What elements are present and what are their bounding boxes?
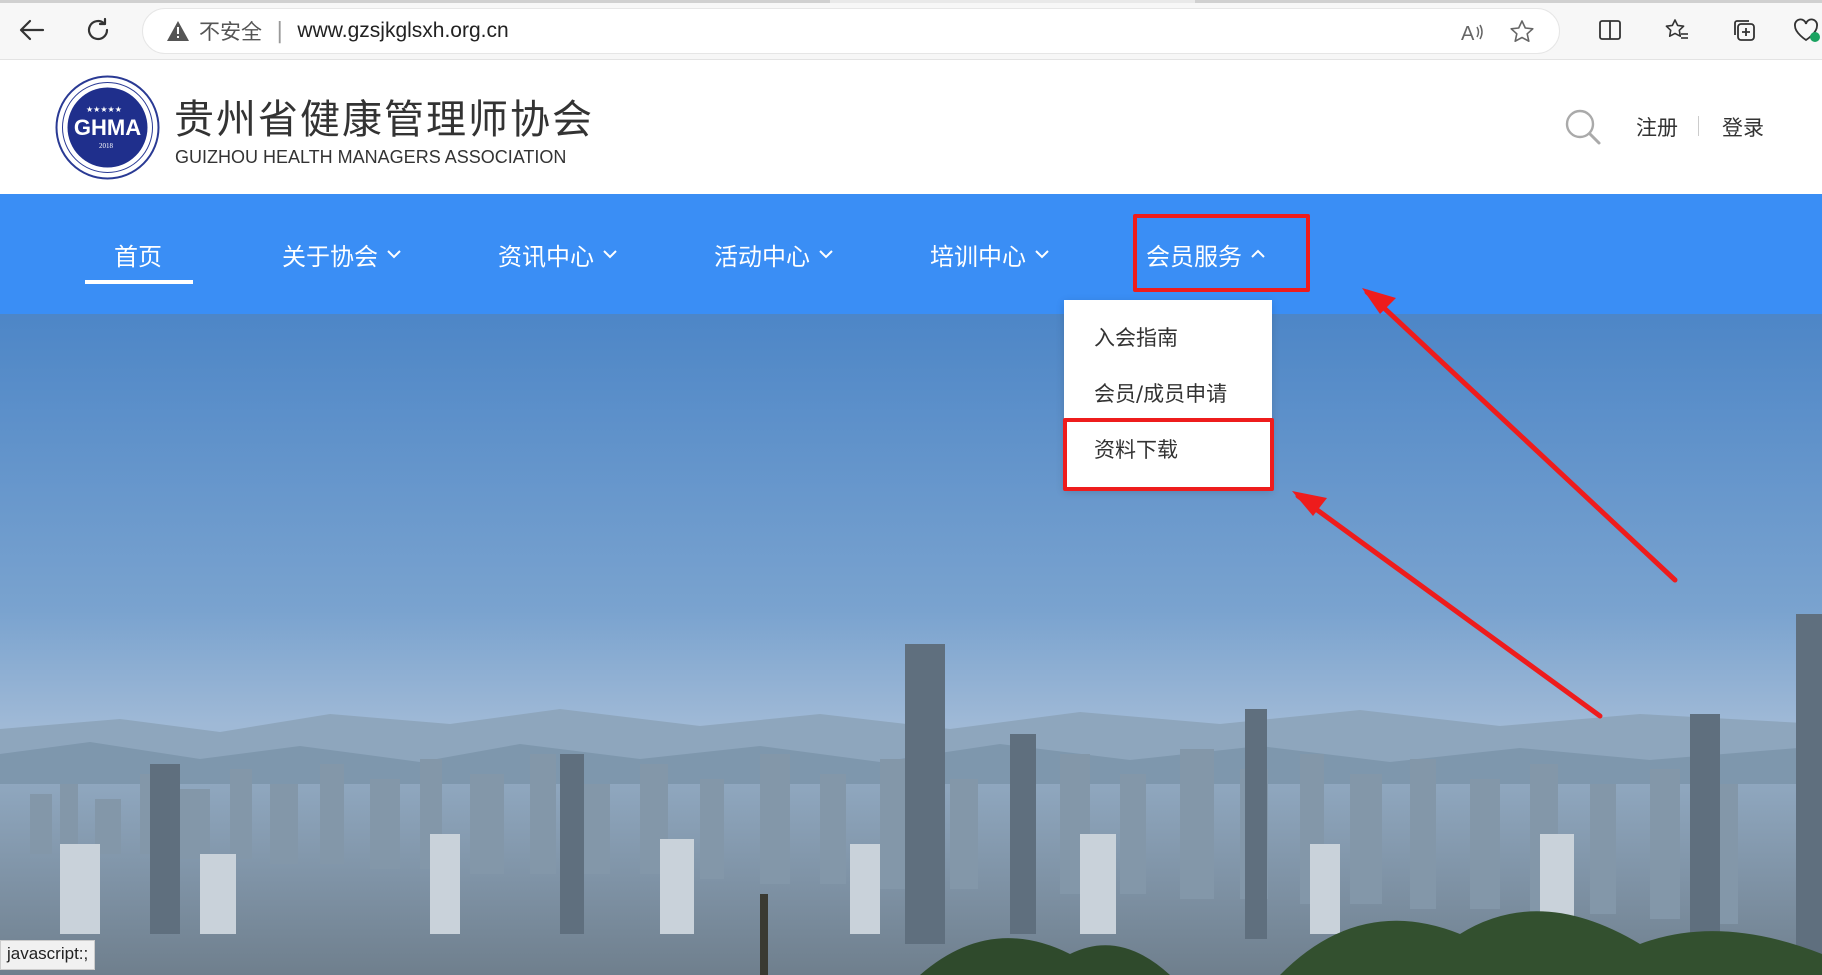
- back-arrow-icon: [19, 19, 45, 41]
- site-header: ★★★★★ 2018 GHMA 贵州省健康管理师协会 GUIZHOU HEALT…: [0, 61, 1822, 194]
- favorites-button[interactable]: [1659, 12, 1695, 48]
- nav-item-label: 培训中心: [930, 242, 1026, 271]
- browser-toolbar: 不安全 | www.gzsjkglsxh.org.cn A: [0, 0, 1822, 60]
- logo-ghma-text: GHMA: [74, 115, 141, 140]
- tab-strip-segment: [1195, 0, 1822, 3]
- main-nav: 首页 关于协会 资讯中心 活动中心 培训中心 会员服务: [0, 194, 1822, 314]
- annotation-box-member-services: [1133, 214, 1310, 292]
- nav-active-underline: [85, 280, 193, 284]
- ghma-logo-emblem[interactable]: ★★★★★ 2018 GHMA: [55, 75, 160, 180]
- tab-strip: [0, 0, 1822, 3]
- chevron-down-icon: [603, 250, 617, 259]
- read-aloud-icon[interactable]: A: [1459, 19, 1485, 45]
- dropdown-item-member-application[interactable]: 会员/成员申请: [1094, 378, 1227, 408]
- nav-item-activities[interactable]: 活动中心: [714, 194, 834, 314]
- header-divider: [1698, 116, 1699, 136]
- site-title-en: GUIZHOU HEALTH MANAGERS ASSOCIATION: [175, 147, 567, 167]
- insecure-label[interactable]: 不安全: [199, 16, 262, 46]
- logo-year-text: 2018: [99, 142, 114, 150]
- nav-item-label: 首页: [114, 242, 162, 271]
- reload-icon: [87, 17, 109, 41]
- nav-item-news[interactable]: 资讯中心: [498, 194, 618, 314]
- warning-icon[interactable]: [165, 18, 191, 44]
- url-text[interactable]: www.gzsjkglsxh.org.cn: [297, 19, 508, 43]
- nav-item-about[interactable]: 关于协会: [282, 194, 402, 314]
- annotation-box-downloads: [1063, 418, 1274, 491]
- address-separator: |: [276, 18, 284, 44]
- address-bar[interactable]: 不安全 | www.gzsjkglsxh.org.cn A: [142, 8, 1560, 54]
- nav-item-label: 活动中心: [714, 242, 810, 271]
- nav-item-home[interactable]: 首页: [114, 194, 162, 314]
- nav-item-label: 资讯中心: [498, 242, 594, 271]
- browser-essentials-button[interactable]: [1789, 12, 1822, 48]
- tab-strip-segment: [0, 0, 830, 3]
- favorite-star-icon[interactable]: [1509, 19, 1535, 45]
- dropdown-item-join-guide[interactable]: 入会指南: [1094, 322, 1178, 352]
- chevron-down-icon: [1035, 250, 1049, 259]
- split-screen-icon: [1599, 20, 1621, 40]
- reload-button[interactable]: [80, 12, 116, 48]
- heart-pulse-icon: [1793, 18, 1820, 42]
- nav-item-label: 关于协会: [282, 242, 378, 271]
- site-title-cn[interactable]: 贵州省健康管理师协会: [174, 87, 594, 145]
- register-link[interactable]: 注册: [1636, 112, 1678, 142]
- collections-button[interactable]: [1726, 12, 1762, 48]
- split-screen-button[interactable]: [1592, 12, 1628, 48]
- login-link[interactable]: 登录: [1722, 112, 1764, 142]
- nav-item-training[interactable]: 培训中心: [930, 194, 1050, 314]
- chevron-down-icon: [819, 250, 833, 259]
- collections-icon: [1734, 20, 1755, 41]
- status-bar: javascript:;: [0, 940, 96, 970]
- favorites-list-icon: [1665, 19, 1688, 39]
- city-skyline-image: [0, 314, 1822, 975]
- hero-banner: [0, 314, 1822, 975]
- chevron-down-icon: [387, 250, 401, 259]
- svg-text:★★★★★: ★★★★★: [86, 105, 122, 114]
- svg-text:A: A: [1461, 23, 1475, 45]
- back-button[interactable]: [14, 12, 50, 48]
- search-icon[interactable]: [1563, 107, 1603, 147]
